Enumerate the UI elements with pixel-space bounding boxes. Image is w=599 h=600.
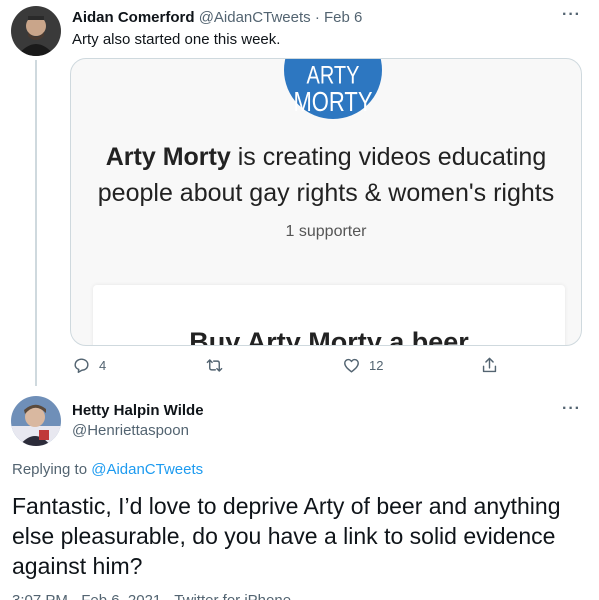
buy-beer-heading: Buy Arty Morty a beer (189, 327, 469, 346)
supporter-count: 1 supporter (285, 223, 367, 240)
author-handle[interactable]: @Henriettaspoon (72, 422, 189, 439)
tweet1-header: Aidan Comerford @AidanCTweets · Feb 6 (72, 9, 362, 26)
link-preview-card[interactable]: ARTY MORTY Arty Morty is creating videos… (70, 58, 582, 346)
replying-to-prefix: Replying to (12, 461, 92, 478)
retweet-button[interactable] (205, 356, 232, 375)
author-name[interactable]: Hetty Halpin Wilde (72, 402, 204, 419)
tweet-date[interactable]: Feb 6 (324, 9, 362, 26)
share-icon (482, 357, 497, 373)
arty-morty-logo: ARTY MORTY (284, 59, 382, 119)
replying-to: Replying to @AidanCTweets (12, 461, 203, 478)
logo-line2: MORTY (293, 85, 373, 117)
author-handle[interactable]: @AidanCTweets (199, 9, 311, 26)
reply-icon (74, 358, 89, 373)
author-name[interactable]: Aidan Comerford (72, 9, 195, 26)
more-options-icon[interactable]: ··· (562, 400, 581, 418)
tweet-timestamp[interactable]: 3:07 PM · Feb 6, 2021 · Twitter for iPho… (12, 592, 291, 600)
card-cta-panel: Buy Arty Morty a beer (93, 285, 565, 346)
like-button[interactable]: 12 (342, 356, 383, 375)
tweet1-action-bar: 4 12 (72, 356, 502, 380)
separator-dot: · (314, 9, 320, 26)
retweet-icon (206, 359, 223, 372)
heart-icon (344, 358, 359, 373)
thread-connector-line (35, 60, 37, 386)
card-headline: Arty Morty is creating videos educating … (71, 139, 581, 211)
tweet2-text: Fantastic, I’d love to deprive Arty of b… (12, 493, 561, 579)
tweet1-text: Arty also started one this week. (72, 31, 281, 48)
avatar-hetty[interactable] (11, 396, 61, 446)
replying-to-mention[interactable]: @AidanCTweets (91, 461, 203, 478)
reply-count: 4 (99, 358, 107, 373)
reply-button[interactable]: 4 (72, 356, 106, 375)
like-count: 12 (369, 358, 384, 373)
avatar-aidan[interactable] (11, 6, 61, 56)
more-options-icon[interactable]: ··· (562, 6, 581, 24)
share-button[interactable] (480, 356, 507, 375)
card-headline-name: Arty Morty (105, 143, 231, 171)
